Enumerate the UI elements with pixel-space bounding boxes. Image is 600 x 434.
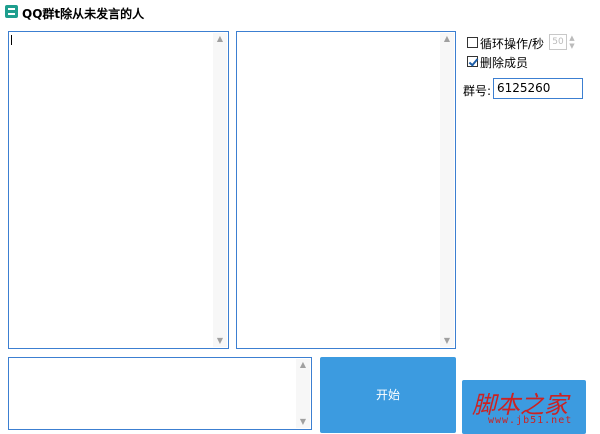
scroll-up-icon[interactable]: ▲	[213, 33, 227, 45]
scroll-up-icon[interactable]: ▲	[296, 359, 310, 371]
log-box[interactable]: ▲ ▼	[8, 357, 312, 430]
title-bar: QQ群t除从未发言的人	[0, 0, 600, 24]
group-number-input[interactable]: 6125260	[493, 78, 583, 99]
site-watermark: 脚本之家 www.jb51.net	[472, 385, 598, 429]
log-scrollbar[interactable]: ▲ ▼	[296, 359, 310, 428]
scroll-down-icon[interactable]: ▼	[296, 416, 310, 428]
window-title: QQ群t除从未发言的人	[22, 7, 145, 21]
member-list-scrollbar[interactable]: ▲ ▼	[213, 33, 227, 347]
text-caret	[11, 35, 12, 45]
member-list-box[interactable]: ▲ ▼	[8, 31, 229, 349]
app-icon	[5, 5, 18, 18]
start-button[interactable]: 开始	[320, 357, 456, 433]
watermark-url: www.jb51.net	[488, 415, 573, 426]
result-list-scrollbar[interactable]: ▲ ▼	[440, 33, 454, 347]
delete-members-label: 删除成员	[480, 56, 529, 70]
stepper-down-icon[interactable]: ▼	[567, 42, 577, 50]
stepper-up-icon[interactable]: ▲	[567, 34, 577, 42]
scroll-up-icon[interactable]: ▲	[440, 33, 454, 45]
group-number-label: 群号:	[463, 84, 492, 98]
scroll-down-icon[interactable]: ▼	[213, 335, 227, 347]
result-list-box[interactable]: ▲ ▼	[236, 31, 456, 349]
loop-label: 循环操作/秒	[480, 37, 545, 51]
scroll-down-icon[interactable]: ▼	[440, 335, 454, 347]
loop-interval-stepper[interactable]: ▲ ▼	[567, 34, 577, 50]
loop-interval-input[interactable]: 50	[549, 34, 567, 50]
delete-members-checkbox[interactable]	[467, 56, 478, 67]
loop-checkbox[interactable]	[467, 37, 478, 48]
